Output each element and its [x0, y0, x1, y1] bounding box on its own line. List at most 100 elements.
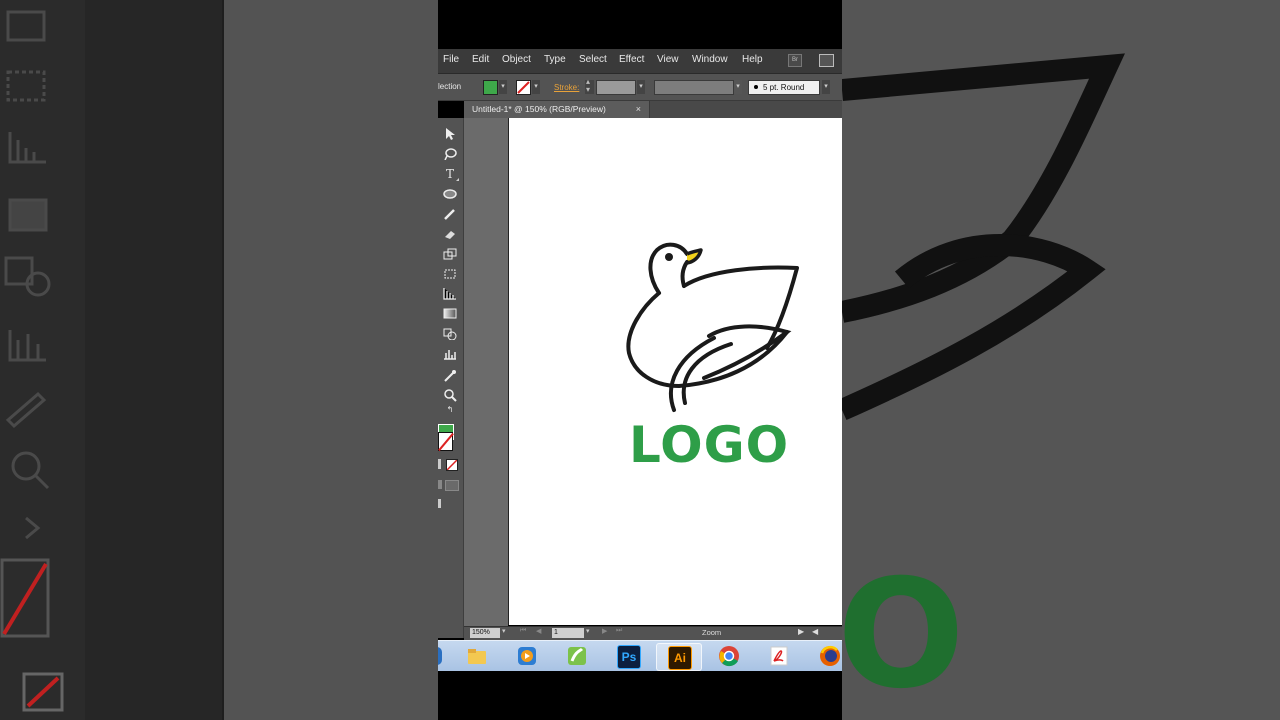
- scale-tool-icon[interactable]: [439, 245, 461, 263]
- blurred-logo-text: GO: [842, 548, 967, 720]
- variable-width-profile[interactable]: [654, 80, 734, 95]
- chart-tool-icon[interactable]: [439, 345, 461, 363]
- magnifier-icon: [444, 389, 457, 402]
- draw-mode-row: [438, 480, 460, 491]
- last-artboard-icon[interactable]: ⏭: [616, 627, 622, 635]
- taskbar-acrobat[interactable]: [757, 643, 801, 669]
- selection-label: lection: [438, 82, 462, 91]
- start-button[interactable]: [438, 647, 442, 665]
- pasteboard: [464, 118, 508, 626]
- illustrator-icon: Ai: [668, 646, 692, 670]
- status-menu-arrow-icon[interactable]: ▶: [798, 627, 804, 636]
- background-right: GO: [842, 0, 1280, 720]
- scroll-left-arrow-icon[interactable]: ◀: [812, 627, 818, 636]
- shape-builder-tool-icon[interactable]: [439, 325, 461, 343]
- first-artboard-icon[interactable]: ⏮: [520, 627, 526, 635]
- eyedropper-tool-icon[interactable]: [439, 367, 461, 385]
- zoom-tool-icon[interactable]: [439, 386, 461, 404]
- brush-dot-icon: [754, 85, 758, 90]
- document-tab-bar: Untitled-1* @ 150% (RGB/Preview) ×: [464, 101, 842, 118]
- zoom-level-field[interactable]: 150%: [470, 628, 500, 638]
- arrange-documents-icon[interactable]: [819, 54, 834, 67]
- taskbar-chrome[interactable]: [707, 643, 751, 669]
- chrome-icon: [719, 646, 739, 667]
- brush-definition-field[interactable]: 5 pt. Round: [748, 80, 820, 95]
- taskbar-firefox[interactable]: [808, 643, 842, 669]
- menu-window[interactable]: Window: [692, 54, 728, 65]
- brush-dropdown-icon[interactable]: ▾: [822, 80, 830, 94]
- type-tool-icon[interactable]: T: [439, 165, 461, 183]
- menu-select[interactable]: Select: [579, 54, 607, 65]
- bridge-button[interactable]: Br: [788, 54, 802, 67]
- none-mode-icon[interactable]: [446, 459, 458, 471]
- menu-file[interactable]: File: [443, 54, 459, 65]
- stroke-color-box[interactable]: [438, 432, 453, 451]
- stroke-label[interactable]: Stroke:: [554, 83, 579, 92]
- duck-eye: [665, 253, 673, 261]
- screen-mode-icon[interactable]: [438, 499, 441, 508]
- stroke-dropdown-icon[interactable]: ▾: [532, 80, 540, 94]
- menu-object[interactable]: Object: [502, 54, 531, 65]
- taskbar-illustrator[interactable]: Ai: [656, 643, 702, 671]
- eraser-tool-icon[interactable]: [439, 225, 461, 243]
- illustrator-window: File Edit Object Type Select Effect View…: [438, 0, 842, 720]
- blurred-ruler-panel: [85, 0, 224, 720]
- tools-panel: T ↰: [438, 118, 464, 638]
- next-artboard-icon[interactable]: ▶: [602, 627, 607, 635]
- taskbar-green-app[interactable]: [555, 643, 599, 669]
- gradient-tool-icon[interactable]: [439, 305, 461, 323]
- artboard-number-field[interactable]: 1: [552, 628, 584, 638]
- green-app-icon: [568, 647, 586, 665]
- logo-text[interactable]: LOGO: [629, 416, 789, 474]
- blurred-tool-icons: [0, 10, 64, 712]
- arrow-icon: [446, 128, 455, 140]
- menu-help[interactable]: Help: [742, 54, 763, 65]
- status-bar: 150% ▾ ⏮ ◀ 1 ▾ ▶ ⏭ Zoom ▶ ◀: [464, 626, 842, 640]
- graph-tool-icon[interactable]: [439, 285, 461, 303]
- swap-fill-stroke-icon[interactable]: ↰: [439, 405, 461, 415]
- ellipse-tool-icon[interactable]: [439, 185, 461, 203]
- menu-edit[interactable]: Edit: [472, 54, 489, 65]
- draw-inside-icon[interactable]: [445, 480, 459, 491]
- fill-stroke-indicator[interactable]: [438, 423, 460, 453]
- stroke-weight-spinner[interactable]: [585, 77, 594, 94]
- lasso-tool-icon[interactable]: [439, 145, 461, 163]
- scale-icon: [443, 248, 457, 260]
- free-transform-tool-icon[interactable]: [439, 265, 461, 283]
- profile-dropdown-icon[interactable]: ▾: [734, 80, 742, 94]
- media-player-icon: [518, 647, 536, 665]
- ellipse-icon: [443, 189, 457, 199]
- taskbar-photoshop[interactable]: Ps: [606, 643, 650, 669]
- lasso-icon: [444, 148, 457, 161]
- fill-swatch[interactable]: [483, 80, 498, 95]
- background-left: [0, 0, 438, 720]
- stroke-weight-field[interactable]: [596, 80, 636, 95]
- fill-dropdown-icon[interactable]: ▾: [499, 80, 507, 94]
- menu-effect[interactable]: Effect: [619, 54, 644, 65]
- menu-type[interactable]: Type: [544, 54, 566, 65]
- previous-artboard-icon[interactable]: ◀: [536, 627, 541, 635]
- stroke-none-swatch[interactable]: [516, 80, 531, 95]
- folder-icon: [468, 649, 486, 664]
- selection-tool-icon[interactable]: [439, 125, 461, 143]
- pencil-tool-icon[interactable]: [439, 205, 461, 223]
- stroke-weight-dropdown-icon[interactable]: ▾: [637, 80, 645, 94]
- artboard[interactable]: LOGO: [508, 118, 842, 625]
- eraser-icon: [445, 231, 455, 239]
- duck-logo-artwork[interactable]: [619, 238, 799, 413]
- draw-normal-icon[interactable]: [438, 480, 442, 489]
- document-tab-title: Untitled-1* @ 150% (RGB/Preview): [472, 104, 606, 114]
- shape-builder-icon: [443, 328, 457, 341]
- zoom-dropdown-icon[interactable]: ▾: [502, 627, 506, 635]
- eyedropper-icon: [444, 370, 456, 382]
- artboard-dropdown-icon[interactable]: ▾: [586, 627, 590, 635]
- taskbar-file-explorer[interactable]: [455, 643, 499, 669]
- color-mode-icon[interactable]: [438, 459, 441, 469]
- photoshop-icon: Ps: [617, 645, 641, 669]
- taskbar-media-player[interactable]: [505, 643, 549, 669]
- close-tab-icon[interactable]: ×: [636, 101, 641, 118]
- menu-view[interactable]: View: [657, 54, 679, 65]
- current-tool-label: Zoom: [702, 628, 722, 637]
- windows-taskbar: Ps Ai: [438, 640, 842, 671]
- document-tab[interactable]: Untitled-1* @ 150% (RGB/Preview) ×: [464, 101, 650, 118]
